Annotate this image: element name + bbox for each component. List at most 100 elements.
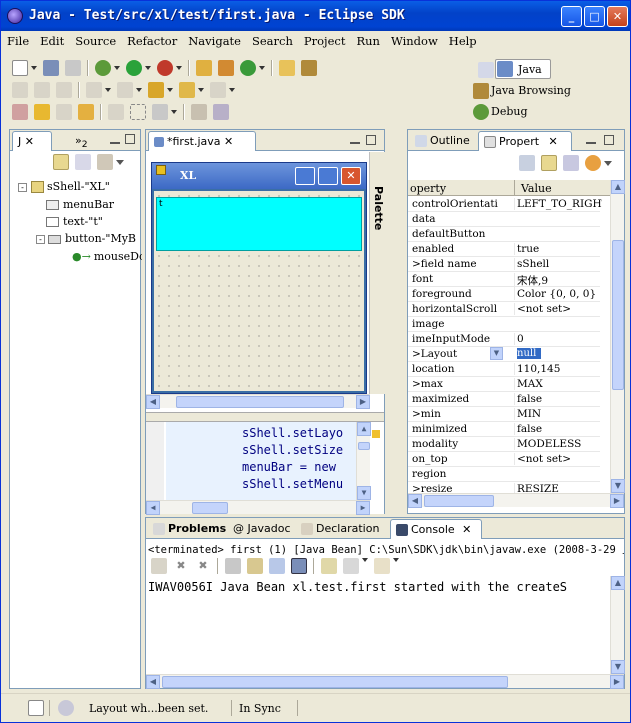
close-icon[interactable]: ✕ <box>224 135 233 148</box>
property-row[interactable]: maximized false <box>408 392 600 407</box>
property-value[interactable]: MAX <box>514 378 602 390</box>
property-value[interactable]: 0 <box>514 333 602 345</box>
open-type-icon[interactable] <box>279 60 295 76</box>
collapse-all-icon[interactable] <box>75 154 91 170</box>
property-value[interactable]: <not set> <box>514 303 602 315</box>
property-value[interactable]: Color {0, 0, 0} <box>514 288 602 300</box>
tree-node-text[interactable]: text-"t" <box>46 215 103 228</box>
format-icon[interactable] <box>34 82 50 98</box>
scroll-lock-icon[interactable] <box>247 558 263 574</box>
tab-declaration[interactable]: Declaration <box>296 519 384 539</box>
property-value[interactable]: false <box>514 423 602 435</box>
console-hscroll[interactable]: ◀ ▶ <box>146 674 624 689</box>
property-value[interactable]: MODELESS <box>514 438 602 450</box>
perspective-java-browsing[interactable]: Java Browsing <box>473 83 571 99</box>
pin-console-icon[interactable] <box>291 558 307 574</box>
pause-icon[interactable] <box>78 104 94 120</box>
back-arrow-icon[interactable] <box>179 82 195 98</box>
tree-node-mouse-listener[interactable]: ●→mouseDov <box>72 250 142 263</box>
close-icon[interactable]: ✕ <box>462 523 471 536</box>
menu-edit[interactable]: Edit <box>34 31 69 48</box>
property-row[interactable]: modality MODELESS <box>408 437 600 452</box>
copy-icon[interactable] <box>56 82 72 98</box>
filter-icon[interactable] <box>541 155 557 171</box>
column-header-property[interactable]: operty <box>410 182 446 195</box>
properties-vscroll[interactable]: ▲ ▼ <box>610 180 625 493</box>
property-value[interactable]: false <box>514 393 602 405</box>
open-console-icon[interactable] <box>343 558 359 574</box>
property-row[interactable]: controlOrientati LEFT_TO_RIGHT <box>408 197 602 212</box>
property-row[interactable]: >min MIN <box>408 407 600 422</box>
tree-node-button[interactable]: - button-"MyB <box>36 232 136 245</box>
property-value[interactable]: MIN <box>514 408 602 420</box>
property-value[interactable]: sShell <box>514 258 602 270</box>
property-row[interactable]: image <box>408 317 600 332</box>
palette[interactable]: Palette <box>369 152 385 394</box>
marquee-icon[interactable] <box>130 104 146 120</box>
maximize-view-icon[interactable] <box>604 135 614 145</box>
tree-node-shell[interactable]: - sShell-"XL" <box>18 180 110 193</box>
property-row[interactable]: enabled true <box>408 242 600 257</box>
undo-icon[interactable] <box>34 104 50 120</box>
property-value[interactable]: LEFT_TO_RIGHT <box>514 198 602 210</box>
debug-icon[interactable] <box>95 60 111 76</box>
new-package-icon[interactable] <box>218 60 234 76</box>
property-value[interactable]: 宋体,9 <box>514 273 602 288</box>
advanced-icon[interactable] <box>563 155 579 171</box>
source-editor[interactable]: sShell.setLayo sShell.setSize menuBar = … <box>146 422 384 515</box>
property-value[interactable]: 110,145 <box>514 363 602 375</box>
back-icon[interactable] <box>148 82 164 98</box>
open-perspective-icon[interactable] <box>478 62 494 78</box>
minimize-view-icon[interactable] <box>350 142 360 144</box>
new-console-icon[interactable] <box>374 558 390 574</box>
restore-default-icon[interactable] <box>585 155 601 171</box>
menu-refactor[interactable]: Refactor <box>121 31 182 48</box>
tree-node-menubar[interactable]: menuBar <box>46 198 114 211</box>
property-row[interactable]: minimized false <box>408 422 600 437</box>
property-row[interactable]: >Layout null ▼ <box>408 347 600 362</box>
tab-overflow[interactable]: »2 <box>70 131 93 151</box>
menu-help[interactable]: Help <box>443 31 482 48</box>
menu-search[interactable]: Search <box>246 31 298 48</box>
property-row[interactable]: defaultButton <box>408 227 600 242</box>
close-icon[interactable]: ✕ <box>549 135 558 148</box>
property-value[interactable]: true <box>514 243 602 255</box>
property-value[interactable]: RESIZE <box>514 483 602 493</box>
edit-icon[interactable] <box>12 82 28 98</box>
menu-file[interactable]: File <box>1 31 34 48</box>
properties-hscroll[interactable]: ◀ ▶ <box>408 493 624 508</box>
next-annotation-icon[interactable] <box>86 82 102 98</box>
editor-splitter[interactable] <box>146 412 384 422</box>
tab-properties[interactable]: Propert ✕ <box>478 131 572 151</box>
text-widget[interactable]: t <box>156 197 362 251</box>
new-java-project-icon[interactable] <box>196 60 212 76</box>
print-icon[interactable] <box>65 60 81 76</box>
show-console-icon[interactable] <box>269 558 285 574</box>
delete-icon[interactable] <box>12 104 28 120</box>
tab-javadoc[interactable]: @ Javadoc <box>228 519 296 539</box>
menu-run[interactable]: Run <box>350 31 384 48</box>
new-file-icon[interactable] <box>12 60 28 76</box>
alignment-icon[interactable] <box>213 104 229 120</box>
tab-java-beans[interactable]: J ✕ <box>12 131 52 151</box>
column-header-value[interactable]: Value <box>514 180 552 196</box>
previous-annotation-icon[interactable] <box>117 82 133 98</box>
property-row[interactable]: >max MAX <box>408 377 600 392</box>
categories-icon[interactable] <box>519 155 535 171</box>
maximize-view-icon[interactable] <box>125 134 135 144</box>
menu-navigate[interactable]: Navigate <box>182 31 246 48</box>
tab-problems[interactable]: Problems <box>148 519 231 539</box>
menu-window[interactable]: Window <box>385 31 443 48</box>
property-row[interactable]: data <box>408 212 600 227</box>
maximize-view-icon[interactable] <box>366 135 376 145</box>
beans-icon[interactable] <box>152 104 168 120</box>
dropdown-arrow-icon[interactable]: ▼ <box>490 347 503 360</box>
external-tools-icon[interactable] <box>157 60 173 76</box>
chevron-down-icon[interactable] <box>604 161 612 166</box>
menu-project[interactable]: Project <box>298 31 351 48</box>
tab-first-java[interactable]: *first.java ✕ <box>148 131 256 151</box>
tab-console[interactable]: Console ✕ <box>390 519 482 539</box>
menu-source[interactable]: Source <box>69 31 121 48</box>
perspective-debug[interactable]: Debug <box>473 104 528 120</box>
property-row[interactable]: foreground Color {0, 0, 0} <box>408 287 600 302</box>
